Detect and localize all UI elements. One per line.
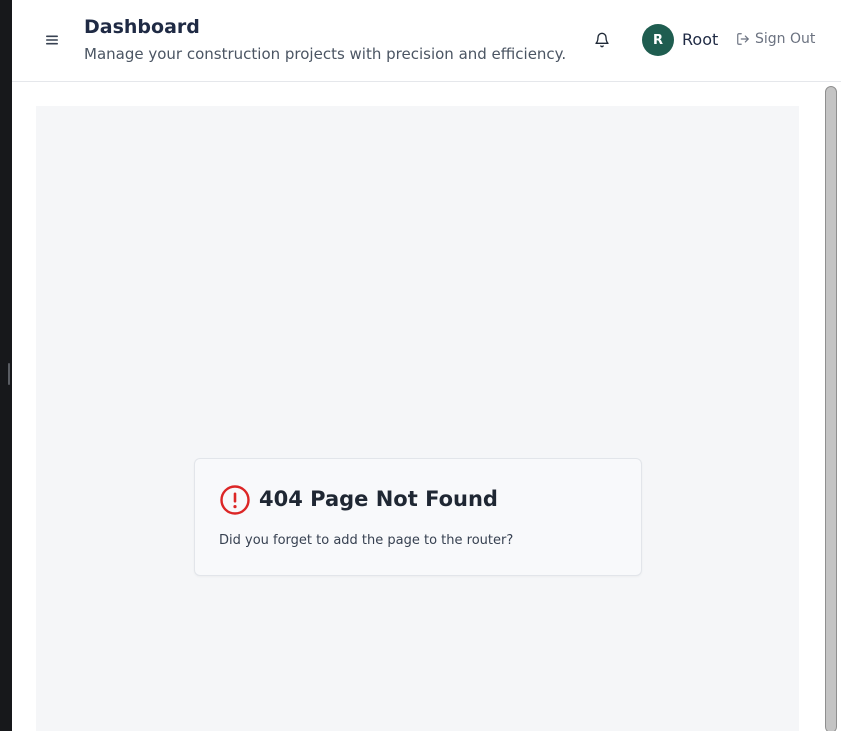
top-header: Dashboard Manage your construction proje… [12,0,841,82]
menu-button[interactable] [40,28,64,52]
vertical-scrollbar[interactable] [822,82,841,731]
page-subtitle: Manage your construction projects with p… [84,45,567,63]
not-found-card: 404 Page Not Found Did you forget to add… [194,458,642,576]
resize-handle[interactable] [8,363,10,385]
sign-out-label: Sign Out [755,31,816,47]
scrollbar-thumb[interactable] [825,86,837,731]
bell-icon [595,32,609,48]
page-title: Dashboard [84,16,200,38]
alert-circle-icon [220,485,250,515]
user-name[interactable]: Root [682,30,718,49]
avatar[interactable]: R [642,24,674,56]
left-window-edge [0,0,12,731]
notifications-button[interactable] [590,28,614,52]
sign-out-icon [737,33,749,45]
hamburger-menu-icon [46,35,58,45]
main-content: 404 Page Not Found Did you forget to add… [36,106,799,731]
app-window: Dashboard Manage your construction proje… [12,0,841,731]
error-title: 404 Page Not Found [259,487,498,511]
sign-out-button[interactable]: Sign Out [736,31,815,47]
error-message: Did you forget to add the page to the ro… [219,533,514,548]
